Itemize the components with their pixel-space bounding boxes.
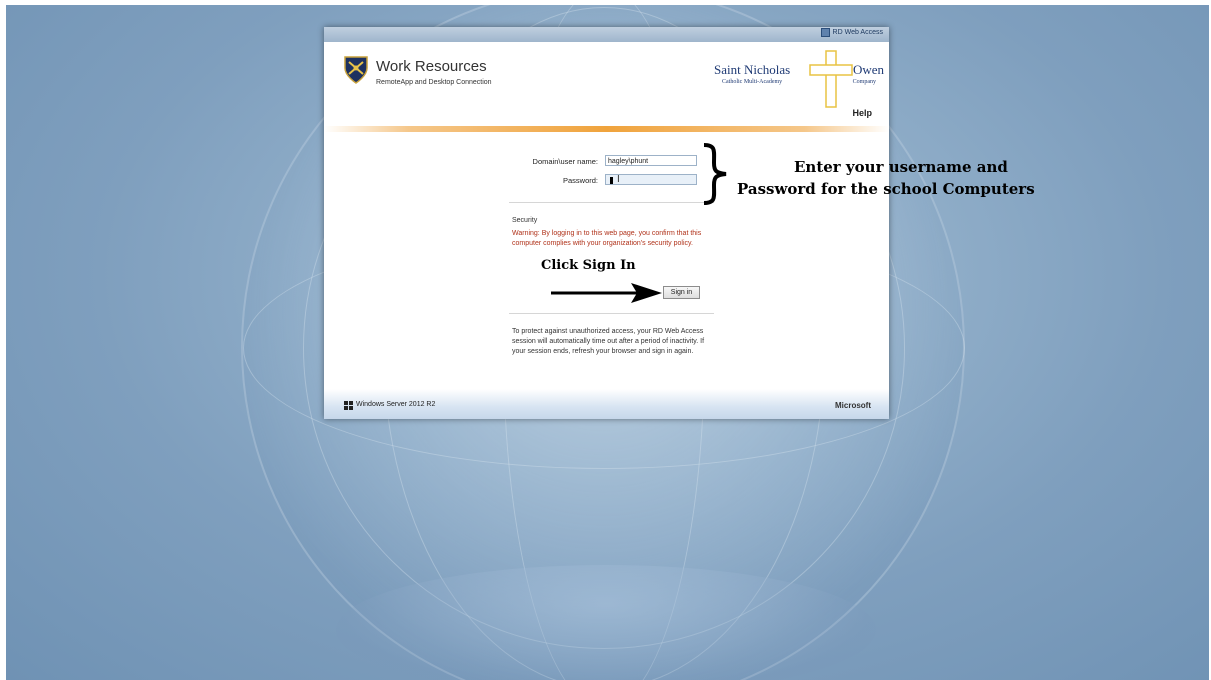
logo-name-right: Owen <box>852 62 884 77</box>
top-bar: RD Web Access <box>324 27 889 42</box>
sign-in-button[interactable]: Sign in <box>663 286 700 299</box>
footer: Windows Server 2012 R2 Microsoft <box>324 389 889 419</box>
username-label: Domain\user name: <box>532 157 598 166</box>
password-label: Password: <box>562 176 598 185</box>
page-title: Work Resources <box>376 58 487 75</box>
ibeam-cursor-icon: I <box>617 174 620 185</box>
help-link[interactable]: Help <box>852 108 872 118</box>
username-input[interactable]: hagley\phunt <box>605 155 697 166</box>
os-label: Windows Server 2012 R2 <box>356 401 436 408</box>
password-row: Password: I <box>509 174 704 186</box>
separator <box>509 313 714 314</box>
school-logo: Saint Nicholas Owen Catholic Multi-Acade… <box>714 50 884 112</box>
annotation-line2: Password for the school Computers <box>737 180 1035 198</box>
logo-sub-right: Company <box>852 79 876 85</box>
page-subtitle: RemoteApp and Desktop Connection <box>376 79 492 86</box>
header: Work Resources RemoteApp and Desktop Con… <box>324 42 889 127</box>
text-cursor-icon <box>610 176 613 184</box>
cross-icon <box>809 50 853 108</box>
brace-icon <box>703 143 727 205</box>
rd-web-access-icon <box>820 28 830 37</box>
school-shield-icon <box>344 56 368 84</box>
rd-web-access-link[interactable]: RD Web Access <box>820 28 883 37</box>
separator <box>509 202 714 203</box>
username-row: Domain\user name: hagley\phunt <box>509 155 704 167</box>
security-heading: Security <box>512 217 538 224</box>
logo-sub-left: Catholic Multi-Academy <box>722 79 783 85</box>
arrow-icon <box>551 283 662 303</box>
windows-logo-icon <box>344 401 353 410</box>
rd-web-access-label: RD Web Access <box>832 29 883 36</box>
header-divider <box>324 126 889 132</box>
timeout-notice: To protect against unauthorized access, … <box>512 328 705 355</box>
microsoft-logo: Microsoft <box>835 401 871 410</box>
rd-web-access-window: RD Web Access Work Resources RemoteApp a… <box>324 27 889 419</box>
security-warning: Warning: By logging in to this web page,… <box>512 230 702 247</box>
logo-name-left: Saint Nicholas <box>714 62 791 77</box>
annotation-click: Click Sign In <box>541 258 636 273</box>
annotation-line1: Enter your username and <box>794 158 1008 176</box>
